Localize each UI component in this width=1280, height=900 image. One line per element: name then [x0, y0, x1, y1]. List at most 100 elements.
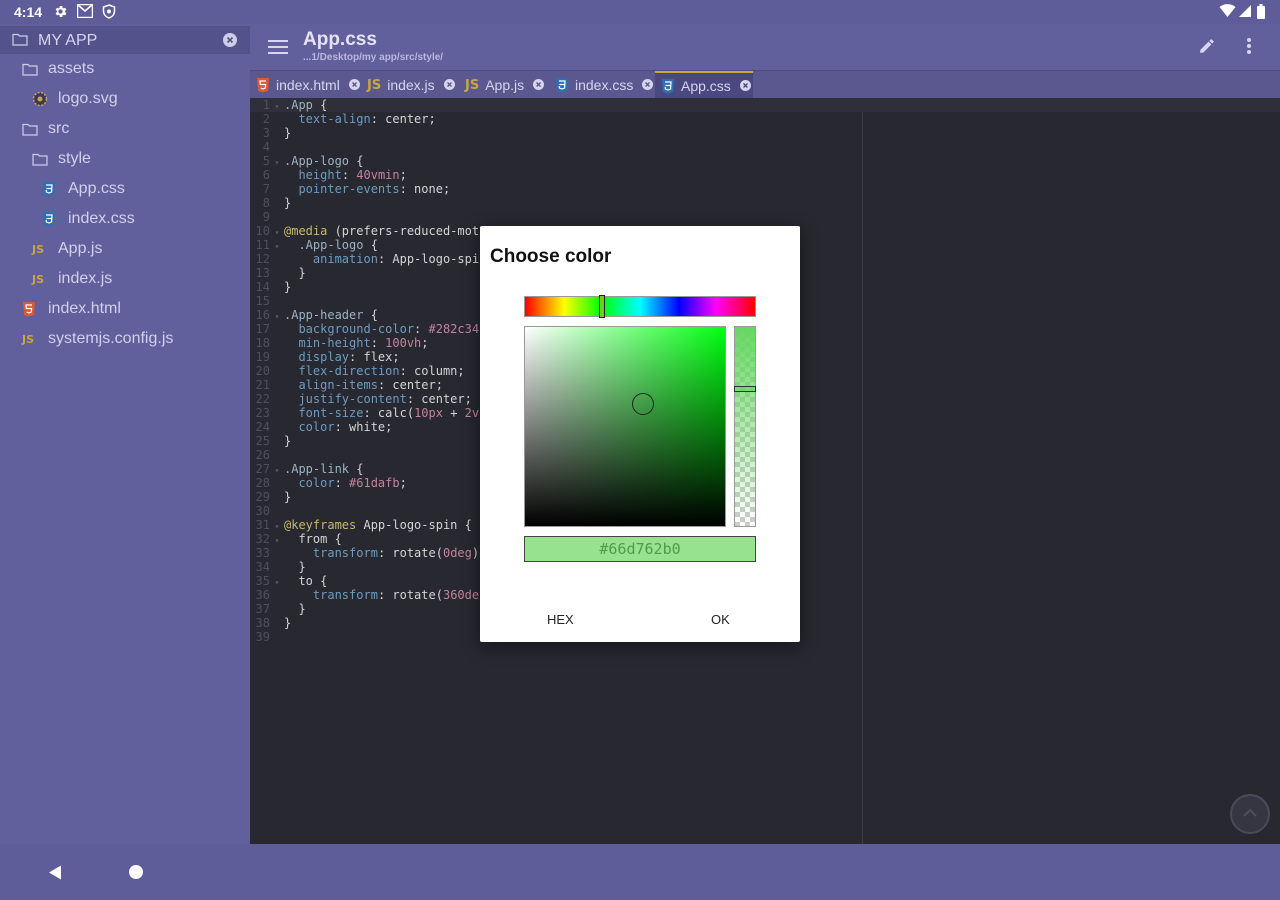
code-line[interactable]: 22 justify-content: center;	[250, 392, 472, 406]
alpha-slider-thumb[interactable]	[734, 386, 756, 392]
close-tab-icon[interactable]	[533, 77, 545, 93]
code-line[interactable]: 20 flex-direction: column;	[250, 364, 465, 378]
code-line[interactable]: 23 font-size: calc(10px + 2v	[250, 406, 480, 420]
code-line[interactable]: 5 ▾ .App-logo {	[250, 154, 364, 168]
tree-item-label: logo.svg	[58, 90, 118, 107]
close-project-icon[interactable]	[223, 33, 237, 52]
code-line[interactable]: 18 min-height: 100vh;	[250, 336, 429, 350]
code-line[interactable]: 36 transform: rotate(360de	[250, 588, 480, 602]
back-icon[interactable]	[48, 865, 62, 885]
code-line[interactable]: 12 animation: App-logo-spi	[250, 252, 480, 266]
scroll-top-button[interactable]	[1230, 794, 1270, 834]
code-line[interactable]: 24 color: white;	[250, 420, 393, 434]
code-line[interactable]: 30	[250, 504, 284, 518]
tab-index-js[interactable]: JS index.js	[361, 71, 459, 99]
close-tab-icon[interactable]	[642, 77, 654, 93]
code-line[interactable]: 26	[250, 448, 284, 462]
code-line[interactable]: 28 color: #61dafb;	[250, 476, 407, 490]
code-line[interactable]: 1 ▾ .App {	[250, 98, 328, 112]
code-line[interactable]: 17 background-color: #282c34	[250, 322, 480, 336]
saturation-value-picker[interactable]	[524, 326, 726, 527]
print-margin-guide	[862, 112, 863, 844]
code-line[interactable]: 19 display: flex;	[250, 350, 400, 364]
code-line[interactable]: 9	[250, 210, 284, 224]
color-selector-thumb[interactable]	[632, 393, 654, 415]
code-line[interactable]: 6 height: 40vmin;	[250, 168, 407, 182]
hue-slider-thumb[interactable]	[599, 295, 605, 318]
tab-label: App.js	[485, 77, 525, 93]
tree-item-index-js[interactable]: JS index.js	[32, 265, 112, 293]
code-line[interactable]: 2 text-align: center;	[250, 112, 436, 126]
line-number: 18	[255, 336, 270, 350]
code-line[interactable]: 21 align-items: center;	[250, 378, 443, 392]
more-options-icon[interactable]	[1246, 37, 1252, 60]
project-header[interactable]: MY APP	[0, 26, 250, 54]
tab-index-html[interactable]: index.html	[250, 71, 361, 99]
tree-item-label: systemjs.config.js	[48, 330, 174, 347]
menu-icon[interactable]	[268, 40, 288, 59]
code-line[interactable]: 11 ▾ .App-logo {	[250, 238, 378, 252]
code-line[interactable]: 14}	[250, 280, 292, 294]
code-line[interactable]: 27 ▾ .App-link {	[250, 462, 364, 476]
tree-item-app-css[interactable]: App.css	[42, 175, 125, 203]
line-number: 17	[255, 322, 270, 336]
code-line[interactable]: 4	[250, 140, 284, 154]
active-line-highlight	[250, 98, 1280, 112]
hue-slider[interactable]	[524, 295, 756, 318]
code-line[interactable]: 7 pointer-events: none;	[250, 182, 450, 196]
tree-item-systemjs-config[interactable]: JS systemjs.config.js	[22, 325, 173, 353]
tree-item-label: App.css	[68, 180, 125, 197]
code-line[interactable]: 13 }	[250, 266, 306, 280]
code-line[interactable]: 37 }	[250, 602, 306, 616]
code-line[interactable]: 32 ▾ from {	[250, 532, 342, 546]
tree-item-src[interactable]: src	[22, 115, 69, 143]
file-path: ...1/Desktop/my app/src/style/	[303, 52, 444, 63]
tree-item-label: index.js	[58, 270, 113, 287]
code-line[interactable]: 3}	[250, 126, 291, 140]
code-line[interactable]: 38}	[250, 616, 292, 630]
alpha-slider[interactable]	[734, 326, 756, 527]
hex-value-field[interactable]: #66d762b0	[524, 536, 756, 562]
tree-item-label: src	[48, 120, 70, 137]
code-line[interactable]: 39	[250, 630, 284, 644]
code-line[interactable]: 16 ▾ .App-header {	[250, 308, 378, 322]
code-line[interactable]: 10 ▾ @media (prefers-reduced-mot	[250, 224, 480, 238]
html-file-icon	[256, 77, 270, 93]
hex-button[interactable]: HEX	[547, 612, 574, 627]
code-line[interactable]: 31 ▾ @keyframes App-logo-spin {	[250, 518, 472, 532]
tree-item-style[interactable]: style	[32, 145, 91, 173]
tab-app-css[interactable]: App.css	[655, 71, 753, 99]
code-line[interactable]: 8}	[250, 196, 291, 210]
tree-item-index-css[interactable]: index.css	[42, 205, 135, 233]
ok-button[interactable]: OK	[711, 612, 730, 627]
tree-item-assets[interactable]: assets	[22, 55, 94, 83]
close-tab-icon[interactable]	[443, 77, 455, 93]
tree-item-logo-svg[interactable]: logo.svg	[32, 85, 118, 113]
css-file-icon	[555, 77, 569, 93]
code-line[interactable]: 29}	[250, 490, 292, 504]
folder-icon	[12, 33, 28, 51]
close-tab-icon[interactable]	[348, 77, 360, 93]
code-text: .App-header {	[284, 308, 378, 322]
css-file-icon	[661, 78, 675, 94]
line-number: 32	[255, 532, 270, 546]
tab-index-css[interactable]: index.css	[549, 71, 655, 99]
code-line[interactable]: 15	[250, 294, 284, 308]
js-file-icon: JS	[32, 242, 45, 256]
code-text: .App-logo {	[298, 238, 378, 252]
code-line[interactable]: 33 transform: rotate(0deg)	[250, 546, 480, 560]
line-number: 13	[255, 266, 270, 280]
tree-item-index-html[interactable]: index.html	[22, 295, 121, 323]
tree-item-app-js[interactable]: JS App.js	[32, 235, 102, 263]
tab-label: index.js	[387, 77, 435, 93]
css-file-icon	[42, 211, 68, 227]
edit-icon[interactable]	[1198, 37, 1216, 60]
line-number: 12	[255, 252, 270, 266]
home-icon[interactable]	[129, 865, 143, 879]
close-tab-icon[interactable]	[739, 78, 751, 94]
tab-app-js[interactable]: JS App.js	[459, 71, 549, 99]
code-line[interactable]: 35 ▾ to {	[250, 574, 328, 588]
code-line[interactable]: 25}	[250, 434, 292, 448]
status-time: 4:14	[14, 4, 43, 20]
code-line[interactable]: 34 }	[250, 560, 306, 574]
